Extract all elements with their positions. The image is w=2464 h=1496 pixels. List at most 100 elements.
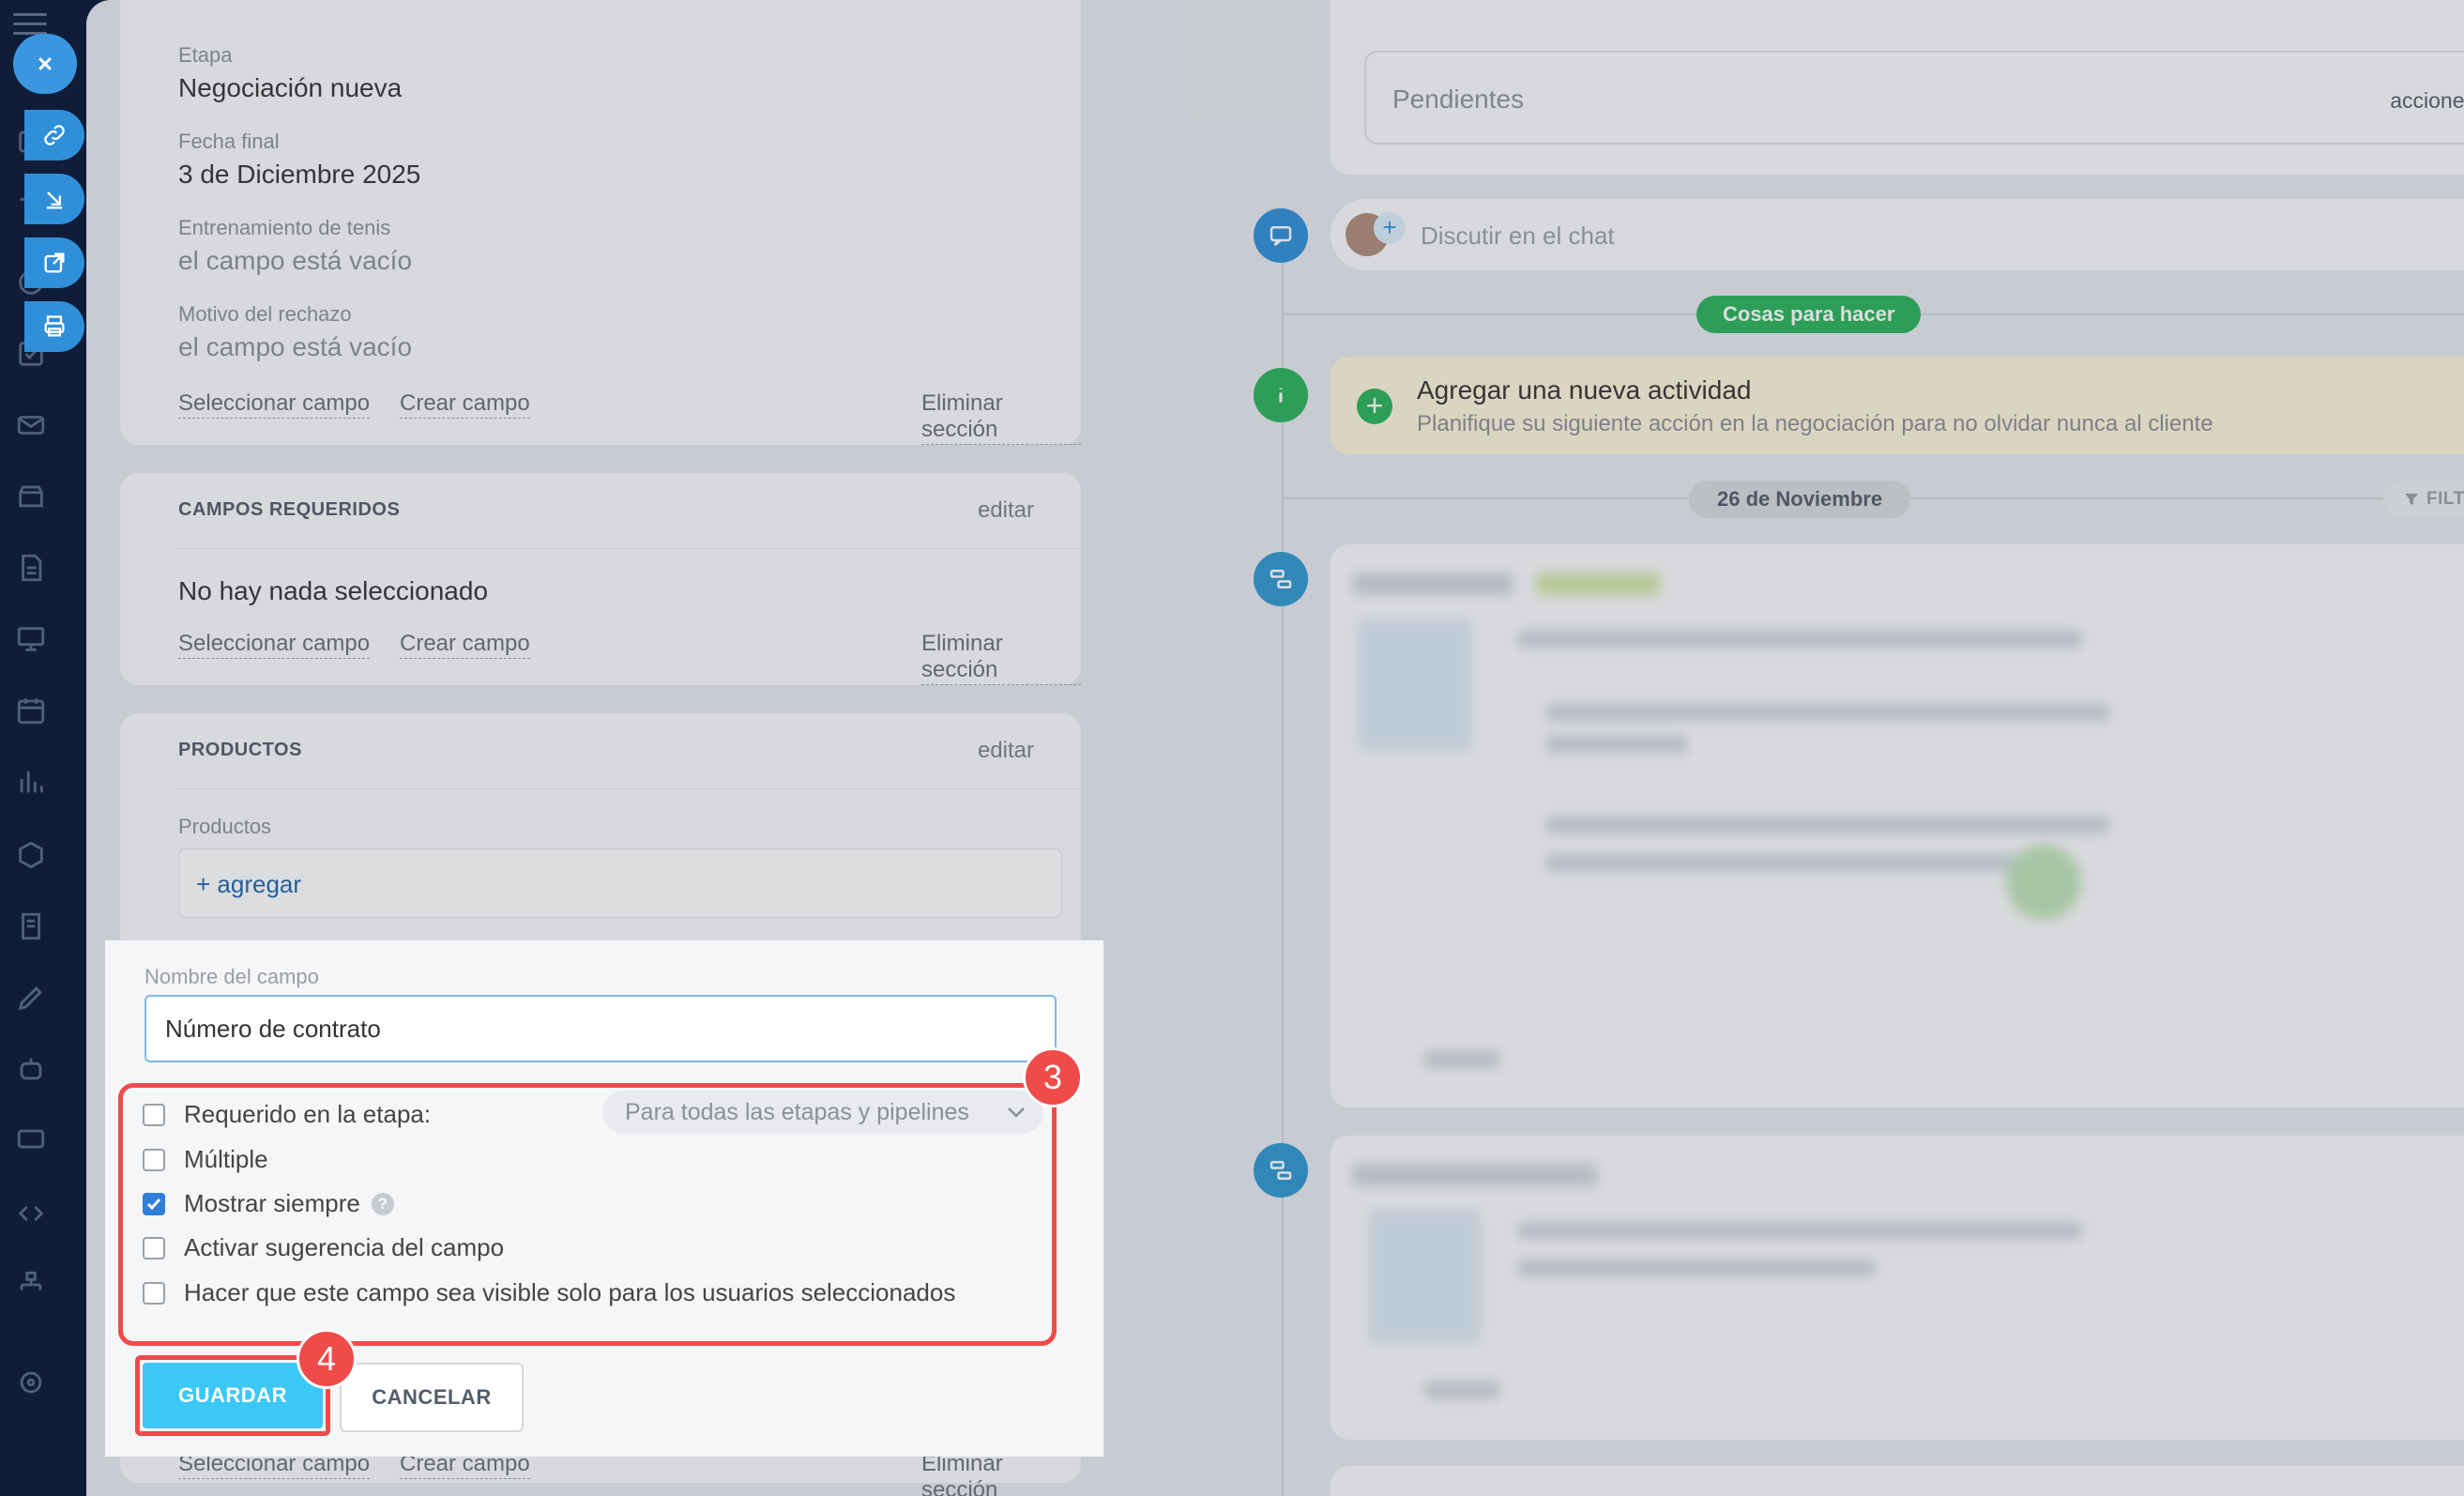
reject-reason-value[interactable]: el campo está vacío xyxy=(178,332,412,362)
link-icon xyxy=(44,125,65,145)
copy-link-button[interactable] xyxy=(24,110,84,160)
delete-section-link[interactable]: Eliminar sección xyxy=(921,1451,1081,1496)
timeline-column: Pendientes acciones + Discutir en el cha… xyxy=(1165,0,2464,1496)
select-field-link[interactable]: Seleccionar campo xyxy=(178,390,371,419)
required-edit-link[interactable]: editar xyxy=(978,497,1034,524)
required-checkbox[interactable] xyxy=(143,1103,165,1126)
step-3-badge: 3 xyxy=(1023,1047,1083,1107)
new-activity-title: Agregar una nueva actividad xyxy=(1417,375,1752,405)
step-4-badge: 4 xyxy=(297,1329,357,1389)
code-icon[interactable] xyxy=(15,1198,47,1229)
delete-section-link[interactable]: Eliminar sección xyxy=(921,631,1081,685)
visible-selected-option-label: Hacer que este campo sea visible solo pa… xyxy=(184,1278,956,1306)
pending-placeholder: Pendientes xyxy=(1392,84,1525,114)
chat-placeholder: Discutir en el chat xyxy=(1421,221,1615,250)
reject-reason-label: Motivo del rechazo xyxy=(178,302,352,326)
select-field-link[interactable]: Seleccionar campo xyxy=(178,631,371,659)
calendar-icon[interactable] xyxy=(15,695,47,726)
print-button[interactable] xyxy=(24,301,84,352)
collapse-button[interactable] xyxy=(24,174,84,224)
stage-select-value: Para todas las etapas y pipelines xyxy=(625,1098,969,1125)
add-participant-icon[interactable]: + xyxy=(1374,212,1406,244)
check-icon xyxy=(146,1198,161,1210)
always-show-checkbox[interactable] xyxy=(143,1192,165,1215)
end-date-label: Fecha final xyxy=(178,130,280,153)
workflow-icon xyxy=(1254,552,1308,606)
products-label: Productos xyxy=(178,815,272,838)
actions-dropdown[interactable]: acciones xyxy=(2390,88,2464,114)
open-new-window-button[interactable] xyxy=(24,237,84,288)
todo-badge: Cosas para hacer xyxy=(1696,296,1922,333)
required-fields-title: CAMPOS REQUERIDOS xyxy=(178,499,401,520)
create-field-link[interactable]: Crear campo xyxy=(400,631,530,659)
date-badge: 26 de Noviembre xyxy=(1689,481,1911,518)
blurred-content xyxy=(1331,544,2464,1107)
divider xyxy=(178,788,1088,789)
required-option[interactable]: Requerido en la etapa: xyxy=(143,1100,431,1129)
stage-label: Etapa xyxy=(178,43,233,67)
suggest-option[interactable]: Activar sugerencia del campo xyxy=(143,1233,504,1262)
settings-icon[interactable] xyxy=(15,1366,47,1398)
details-card: Etapa Negociación nueva Fecha final 3 de… xyxy=(120,0,1081,445)
new-activity-description: Planifique su siguiente acción en la neg… xyxy=(1417,411,2213,436)
suggest-option-label: Activar sugerencia del campo xyxy=(184,1233,505,1261)
visible-selected-option[interactable]: Hacer que este campo sea visible solo pa… xyxy=(143,1278,955,1307)
timeline-item-card xyxy=(1331,1466,2464,1496)
nothing-selected-text: No hay nada seleccionado xyxy=(178,576,489,605)
field-name-label: Nombre del campo xyxy=(144,965,319,988)
blurred-content xyxy=(1331,1136,2464,1440)
plus-circle-icon[interactable]: + xyxy=(1357,389,1392,424)
filter-icon xyxy=(2405,494,2418,505)
bar-chart-icon[interactable] xyxy=(15,766,47,798)
info-icon xyxy=(1254,368,1308,422)
download-icon xyxy=(46,191,63,209)
document-icon[interactable] xyxy=(15,552,47,584)
field-name-input[interactable] xyxy=(144,995,1057,1062)
end-date-value[interactable]: 3 de Diciembre 2025 xyxy=(178,160,420,190)
required-option-label: Requerido en la etapa: xyxy=(184,1100,432,1128)
actions-label: acciones xyxy=(2390,88,2464,113)
store-icon[interactable] xyxy=(15,481,47,512)
delete-section-link[interactable]: Eliminar sección xyxy=(921,390,1081,445)
new-activity-card[interactable]: + Agregar una nueva actividad Planifique… xyxy=(1331,357,2464,454)
monitor-icon[interactable] xyxy=(15,1124,47,1156)
help-icon[interactable]: ? xyxy=(371,1192,394,1215)
multiple-option[interactable]: Múltiple xyxy=(143,1145,268,1174)
always-show-option[interactable]: Mostrar siempre ? xyxy=(143,1189,394,1218)
sitemap-icon[interactable] xyxy=(15,1269,47,1301)
add-product-box[interactable]: + agregar xyxy=(178,848,1062,918)
presentation-icon[interactable] xyxy=(15,623,47,655)
robot-icon[interactable] xyxy=(15,1053,47,1085)
cancel-button[interactable]: CANCELAR xyxy=(340,1363,524,1432)
pending-card: Pendientes acciones xyxy=(1331,0,2464,175)
workflow-icon xyxy=(1254,1143,1308,1198)
divider xyxy=(178,548,1088,549)
chat-bar[interactable]: + Discutir en el chat xyxy=(1331,199,2464,270)
pending-box[interactable]: Pendientes acciones xyxy=(1364,51,2464,145)
always-show-option-label: Mostrar siempre xyxy=(184,1189,360,1217)
create-field-link[interactable]: Crear campo xyxy=(400,390,530,419)
left-navigation xyxy=(0,0,86,1496)
filter-label: FILTRO xyxy=(2426,489,2464,509)
timeline-item-card xyxy=(1331,1136,2464,1440)
visible-selected-checkbox[interactable] xyxy=(143,1281,165,1305)
timeline-item-card xyxy=(1331,544,2464,1107)
chevron-down-icon xyxy=(1008,1107,1025,1118)
multiple-checkbox[interactable] xyxy=(143,1148,165,1171)
mail-icon[interactable] xyxy=(15,409,47,441)
stage-value[interactable]: Negociación nueva xyxy=(178,73,402,103)
chat-icon xyxy=(1254,208,1308,263)
suggest-checkbox[interactable] xyxy=(143,1236,165,1259)
stage-select[interactable]: Para todas las etapas y pipelines xyxy=(602,1091,1043,1134)
save-button[interactable]: GUARDAR xyxy=(143,1363,323,1428)
pen-icon[interactable] xyxy=(15,982,47,1014)
add-product-link[interactable]: + agregar xyxy=(196,870,301,899)
hexagon-icon[interactable] xyxy=(15,839,47,871)
filter-button[interactable]: FILTRO xyxy=(2383,481,2464,518)
multiple-option-label: Múltiple xyxy=(184,1145,268,1173)
close-button[interactable] xyxy=(13,34,77,94)
tennis-value[interactable]: el campo está vacío xyxy=(178,246,412,276)
field-editor-panel: Nombre del campo Requerido en la etapa: … xyxy=(105,940,1103,1457)
form-icon[interactable] xyxy=(15,910,47,942)
products-edit-link[interactable]: editar xyxy=(978,738,1034,764)
